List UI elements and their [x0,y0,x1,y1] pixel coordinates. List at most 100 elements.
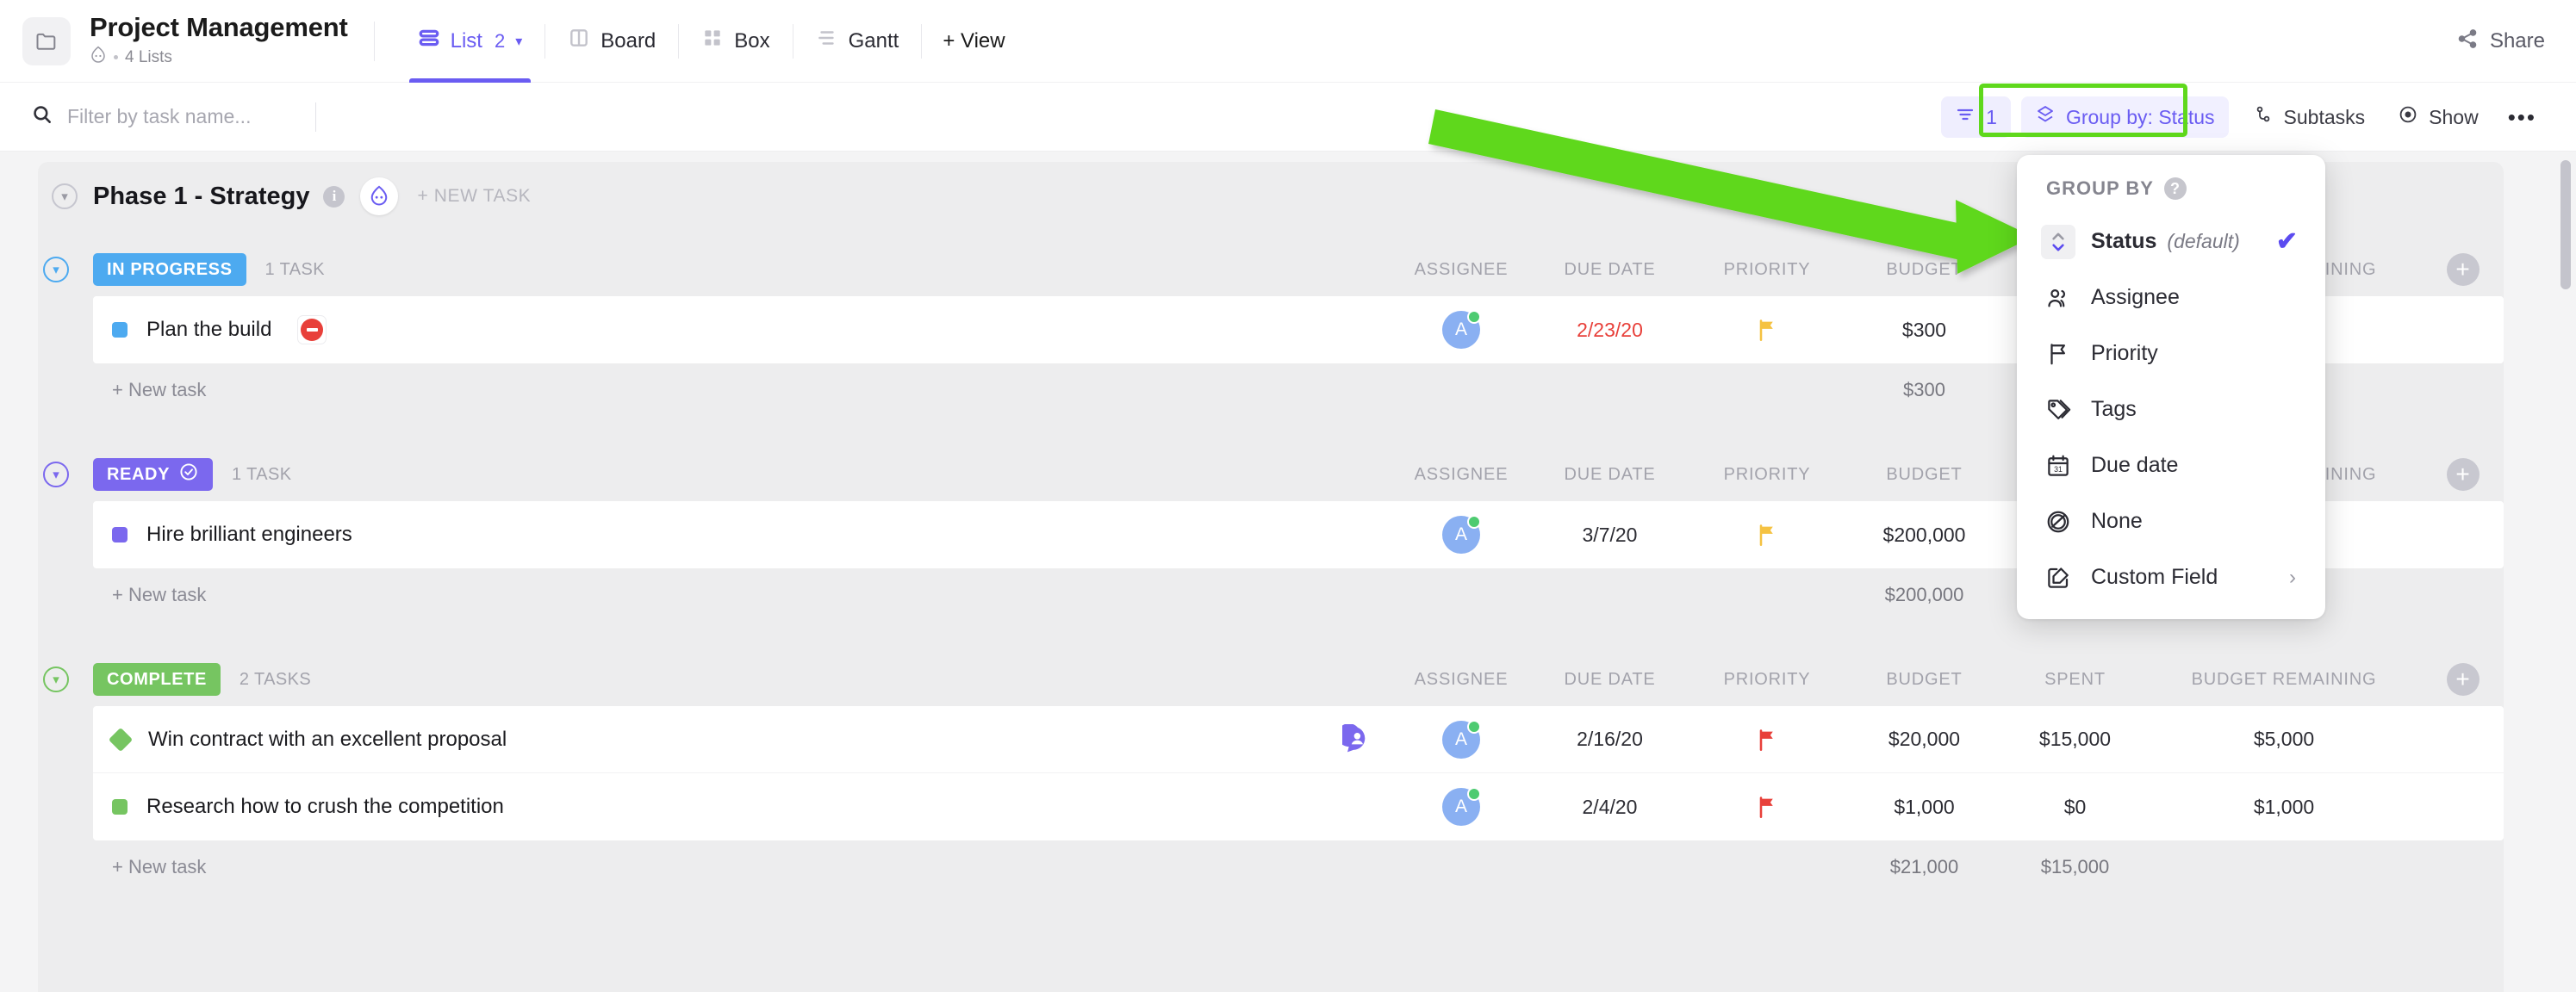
budget-remaining-cell[interactable]: $1,000 [2146,796,2422,819]
add-column-button[interactable]: + [2446,458,2480,491]
avatar[interactable]: A [1392,515,1530,554]
table-row[interactable]: Research how to crush the competition A 2/… [93,773,2504,840]
column-header-priority[interactable]: PRIORITY [1689,670,1845,690]
info-icon[interactable]: i [323,185,345,208]
group-collapse-toggle[interactable]: ▾ [43,257,69,282]
subtasks-button[interactable]: Subtasks [2239,96,2380,138]
ellipsis-icon: ••• [2507,103,2536,130]
avatar[interactable]: A [1392,719,1530,759]
help-icon[interactable]: ? [2163,177,2187,200]
column-header-assignee[interactable]: ASSIGNEE [1392,260,1530,280]
check-circle-icon [178,462,199,487]
column-header-budget[interactable]: BUDGET [1845,465,2004,485]
dropdown-item-due-date[interactable]: 31 Due date [2017,437,2325,493]
column-headers: ASSIGNEEDUE DATEPRIORITYBUDGETSPENTBUDGE… [1392,448,2504,501]
priority-flag-icon[interactable] [1689,727,1845,753]
priority-flag-icon[interactable] [1689,794,1845,820]
column-header-assignee[interactable]: ASSIGNEE [1392,670,1530,690]
tab-box[interactable]: Box [679,0,792,83]
add-column-button[interactable]: + [2446,253,2480,286]
filter-count: 1 [1986,105,1997,128]
status-badge[interactable]: COMPLETE [93,663,221,696]
new-task-button[interactable]: + New task [93,379,206,401]
box-icon [701,27,724,55]
priority-flag-icon[interactable] [1689,522,1845,548]
group-task-count: 1 TASK [264,259,326,279]
column-header-due-date[interactable]: DUE DATE [1530,465,1689,485]
task-name[interactable]: Win contract with an excellent proposal [148,728,507,752]
filter-button[interactable]: 1 [1941,96,2011,138]
add-view-button[interactable]: + View [922,29,1025,53]
column-header-budget[interactable]: BUDGET [1845,670,2004,690]
task-name[interactable]: Plan the build [146,318,271,342]
add-column-button[interactable]: + [2446,663,2480,696]
status-badge[interactable]: READY [93,458,214,491]
more-options-button[interactable]: ••• [2494,96,2550,139]
search-input[interactable] [67,105,308,128]
avatar[interactable]: A [1392,787,1530,826]
subtasks-label: Subtasks [2283,105,2366,128]
chevron-down-icon[interactable]: ▾ [515,33,522,50]
phase-collapse-toggle[interactable]: ▾ [52,183,78,209]
due-date-cell[interactable]: 2/23/20 [1530,319,1689,342]
column-header-assignee[interactable]: ASSIGNEE [1392,465,1530,485]
column-header-budget-remaining[interactable]: BUDGET REMAINING [2146,670,2422,690]
column-header-due-date[interactable]: DUE DATE [1530,260,1689,280]
budget-cell[interactable]: $200,000 [1845,524,2004,547]
tag-icon [2041,397,2075,423]
view-tabs: List 2 ▾ Board Box Gantt + View [395,0,1026,83]
column-header-spent[interactable]: SPENT [2004,670,2146,690]
group-collapse-toggle[interactable]: ▾ [43,666,69,692]
dropdown-title-row: GROUP BY ? [2017,170,2325,214]
vertical-scrollbar[interactable] [2560,160,2571,289]
due-date-cell[interactable]: 2/16/20 [1530,728,1689,751]
column-header-priority[interactable]: PRIORITY [1689,260,1845,280]
group-collapse-toggle[interactable]: ▾ [43,462,69,487]
status-badge[interactable]: IN PROGRESS [93,253,246,286]
due-date-cell[interactable]: 3/7/20 [1530,524,1689,547]
budget-cell[interactable]: $300 [1845,319,2004,342]
task-name[interactable]: Hire brilliant engineers [146,523,352,547]
group-by-button[interactable]: Group by: Status [2020,96,2229,138]
check-icon: ✔ [2275,227,2298,256]
folder-icon[interactable] [22,16,71,65]
column-header-due-date[interactable]: DUE DATE [1530,670,1689,690]
clickup-ai-button[interactable] [360,177,399,215]
table-row[interactable]: Win contract with an excellent proposal … [93,706,2504,773]
footer-budget-total: $200,000 [1884,584,1964,605]
avatar-initial: A [1454,524,1467,544]
new-task-button[interactable]: + New task [93,856,206,878]
dropdown-item-custom-field[interactable]: Custom Field › [2017,549,2325,605]
tab-gantt[interactable]: Gantt [793,0,922,83]
group-footer-totals: $200,000$200,000 [1323,568,2504,622]
due-date-cell[interactable]: 2/4/20 [1530,796,1689,819]
clickup-list-view: Project Management 4 Lists List 2 ▾ Boar… [0,0,2576,992]
column-header-budget[interactable]: BUDGET [1845,260,2004,280]
budget-remaining-cell[interactable]: $5,000 [2146,728,2422,751]
task-name[interactable]: Research how to crush the competition [146,795,504,819]
spent-cell[interactable]: $0 [2004,796,2146,819]
budget-cell[interactable]: $1,000 [1845,796,2004,819]
spent-cell[interactable]: $15,000 [2004,728,2146,751]
dropdown-item-assignee[interactable]: Assignee [2017,270,2325,326]
task-marker-diamond [108,727,134,752]
gantt-icon [816,27,838,55]
dropdown-item-status[interactable]: Status (default) ✔ [2017,214,2325,270]
dropdown-title: GROUP BY [2046,177,2154,199]
priority-flag-icon[interactable] [1689,317,1845,343]
column-header-priority[interactable]: PRIORITY [1689,465,1845,485]
budget-cell[interactable]: $20,000 [1845,728,2004,751]
share-button[interactable]: Share [2456,0,2545,83]
new-task-button[interactable]: + New task [93,584,206,606]
new-task-top-button[interactable]: + NEW TASK [417,186,531,207]
subtasks-icon [2253,104,2274,130]
tab-board[interactable]: Board [545,0,678,83]
blocked-icon[interactable] [297,315,327,344]
dropdown-item-priority[interactable]: Priority [2017,326,2325,381]
dropdown-item-tags[interactable]: Tags [2017,381,2325,437]
show-button[interactable]: Show [2384,96,2492,138]
dropdown-item-none[interactable]: None [2017,493,2325,549]
comment-indicator[interactable] [1323,723,1392,755]
tab-list[interactable]: List 2 ▾ [395,0,545,83]
avatar[interactable]: A [1392,310,1530,349]
